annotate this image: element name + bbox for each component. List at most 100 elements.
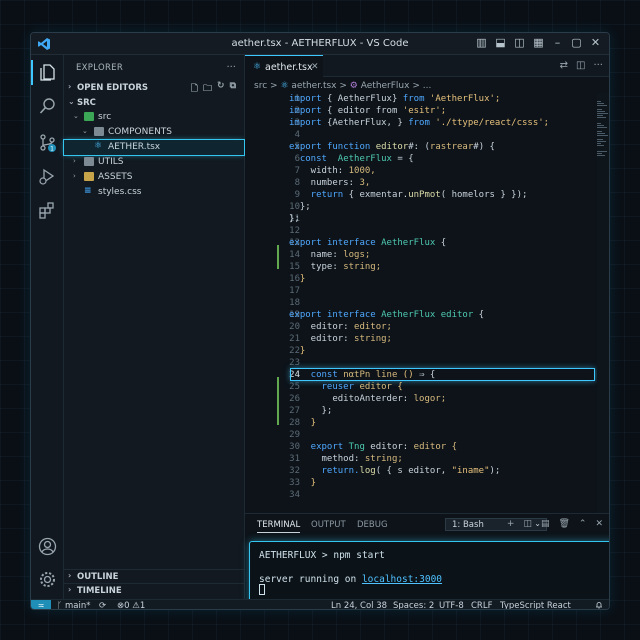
close-button[interactable]: ✕ bbox=[590, 37, 601, 48]
close-tab-icon[interactable]: ✕ bbox=[311, 62, 319, 72]
terminal-output-line: server running on localhost:3000 bbox=[259, 574, 443, 585]
breadcrumb-src[interactable]: src bbox=[254, 81, 267, 91]
remote-indicator-icon[interactable]: ≍ bbox=[31, 600, 51, 609]
title-bar: aether.tsx - AETHERFLUX - VS Code ▥ ⬓ ◫ … bbox=[31, 33, 609, 55]
indentation[interactable]: Spaces: 2 bbox=[393, 600, 434, 609]
tab-aether-tsx[interactable]: ⚛ aether.tsx ✕ bbox=[245, 55, 323, 77]
line-ending[interactable]: CRLF bbox=[471, 600, 492, 609]
src-root-section[interactable]: ⌄ SRC bbox=[64, 96, 244, 111]
close-panel-icon[interactable]: ✕ bbox=[595, 519, 603, 529]
toggle-primary-sidebar-icon[interactable]: ▥ bbox=[476, 37, 487, 48]
folder-icon bbox=[84, 112, 94, 121]
customize-layout-icon[interactable]: ▦ bbox=[533, 37, 544, 48]
terminal-command-line: AETHERFLUX > npm start bbox=[259, 550, 385, 561]
toggle-secondary-sidebar-icon[interactable]: ◫ bbox=[514, 37, 525, 48]
svg-text:1: 1 bbox=[50, 146, 54, 153]
search-icon[interactable] bbox=[38, 97, 57, 116]
maximize-button[interactable]: ▢ bbox=[571, 37, 582, 48]
vscode-window: aether.tsx - AETHERFLUX - VS Code ▥ ⬓ ◫ … bbox=[30, 32, 610, 610]
new-folder-icon[interactable]: 🗀 bbox=[203, 81, 212, 97]
panel-layout-icon[interactable]: ▤ bbox=[541, 519, 550, 529]
new-file-icon[interactable]: 🗋 bbox=[191, 81, 198, 97]
folder-icon bbox=[84, 157, 94, 166]
notifications-bell-icon[interactable] bbox=[595, 601, 603, 609]
breadcrumb-symbol[interactable]: AetherFlux bbox=[361, 81, 410, 91]
explorer-header: EXPLORER bbox=[76, 63, 124, 73]
minimize-button[interactable]: – bbox=[552, 37, 563, 48]
tab-debug[interactable]: DEBUG bbox=[357, 520, 388, 530]
css-file-icon: ≡ bbox=[84, 186, 92, 196]
breadcrumb-separator: > bbox=[339, 81, 347, 91]
terminal-cursor bbox=[259, 584, 265, 595]
source-control-icon[interactable]: 1 bbox=[38, 133, 57, 153]
minimap-line bbox=[597, 117, 606, 118]
tree-item-assets[interactable]: › ASSETS bbox=[64, 170, 244, 185]
tab-terminal[interactable]: TERMINAL bbox=[257, 520, 301, 533]
react-file-icon: ⚛ bbox=[253, 62, 262, 72]
tree-item-utils[interactable]: › UTILS bbox=[64, 155, 244, 170]
minimap-line bbox=[597, 105, 607, 106]
explorer-icon[interactable] bbox=[31, 60, 57, 85]
accounts-icon[interactable] bbox=[38, 537, 57, 556]
tree-item-styles-css[interactable]: ≡ styles.css bbox=[64, 185, 244, 200]
breadcrumb: src > ⚛ aether.tsx > ⚙ AetherFlux > ... bbox=[254, 81, 431, 91]
code-line: return.log( { s editor, "iname"); bbox=[289, 466, 501, 476]
split-editor-icon[interactable]: ◫ bbox=[576, 60, 585, 71]
more-actions-icon[interactable]: ··· bbox=[593, 60, 603, 71]
outline-section[interactable]: › OUTLINE bbox=[64, 569, 244, 584]
code-line: }; bbox=[289, 214, 300, 224]
code-line: } bbox=[289, 478, 317, 488]
tree-item-label: AETHER.tsx bbox=[108, 142, 161, 152]
refresh-icon[interactable]: ↻ bbox=[217, 81, 225, 97]
language-mode[interactable]: TypeScript React bbox=[500, 600, 571, 609]
compare-changes-icon[interactable]: ⇄ bbox=[560, 60, 568, 71]
localhost-link[interactable]: localhost:3000 bbox=[362, 574, 442, 585]
tree-item-src[interactable]: ⌄ src bbox=[64, 110, 244, 125]
timeline-section[interactable]: › TIMELINE bbox=[64, 583, 244, 598]
problems-indicator[interactable]: ⊗0 ⚠1 bbox=[117, 600, 145, 609]
chevron-down-icon: ⌄ bbox=[82, 127, 88, 135]
trash-icon[interactable]: 🗑 bbox=[558, 519, 569, 529]
settings-gear-icon[interactable] bbox=[38, 570, 57, 589]
status-bar: ≍ ᚴ main* ⟳ ⊗0 ⚠1 Ln 24, Col 38 Spaces: … bbox=[31, 599, 609, 609]
minimap-line bbox=[597, 115, 603, 116]
git-change-marker bbox=[277, 245, 279, 269]
maximize-panel-icon[interactable]: ⌃ bbox=[579, 519, 587, 529]
sync-icon[interactable]: ⟳ bbox=[99, 600, 106, 609]
open-editors-section[interactable]: › OPEN EDITORS 🗋 🗀 ↻ ⧉ bbox=[64, 81, 244, 96]
code-line: type: string; bbox=[289, 262, 382, 272]
line-number: 17 bbox=[289, 286, 300, 296]
encoding[interactable]: UTF-8 bbox=[439, 600, 464, 609]
toggle-panel-icon[interactable]: ⬓ bbox=[495, 37, 506, 48]
minimap-line bbox=[597, 155, 605, 156]
code-line: reuser editor { bbox=[289, 382, 403, 392]
minimap[interactable] bbox=[597, 93, 609, 513]
minimap-line bbox=[597, 123, 601, 124]
code-line: import { editor from 'esitr'; bbox=[289, 106, 447, 116]
run-debug-icon[interactable] bbox=[38, 167, 57, 186]
chevron-down-icon: ⌄ bbox=[68, 97, 75, 106]
minimap-line bbox=[597, 145, 604, 146]
cursor-position[interactable]: Ln 24, Col 38 bbox=[331, 600, 387, 609]
minimap-line bbox=[597, 111, 605, 112]
minimap-line bbox=[597, 151, 607, 152]
code-line: const AetherFlux = { bbox=[289, 154, 414, 164]
tree-item-components[interactable]: ⌄ COMPONENTS bbox=[64, 125, 244, 140]
line-number: 18 bbox=[289, 298, 300, 308]
code-editor[interactable]: 1 2 3 4 5 6 7 8 9 10 11 12 13 14 15 16 17 18 19 20 21 22 23 24 2… bbox=[245, 93, 609, 513]
breadcrumb-file[interactable]: aether.tsx bbox=[291, 81, 336, 91]
tree-item-aether-tsx[interactable]: ⚛ AETHER.tsx bbox=[63, 139, 245, 156]
extensions-icon[interactable] bbox=[38, 201, 57, 220]
minimap-line bbox=[597, 131, 602, 132]
add-terminal-icon[interactable]: + bbox=[507, 519, 515, 529]
more-actions-icon[interactable]: ··· bbox=[226, 62, 236, 73]
tab-output[interactable]: OUTPUT bbox=[311, 520, 346, 530]
split-terminal-icon[interactable]: ◫ bbox=[523, 519, 532, 529]
git-change-marker bbox=[277, 377, 279, 425]
chevron-right-icon: › bbox=[68, 571, 72, 580]
chevron-right-icon: › bbox=[68, 585, 72, 594]
tab-label: aether.tsx bbox=[265, 62, 313, 73]
git-branch[interactable]: main* bbox=[65, 600, 91, 609]
collapse-all-icon[interactable]: ⧉ bbox=[230, 81, 236, 97]
breadcrumb-more[interactable]: ... bbox=[423, 81, 432, 91]
